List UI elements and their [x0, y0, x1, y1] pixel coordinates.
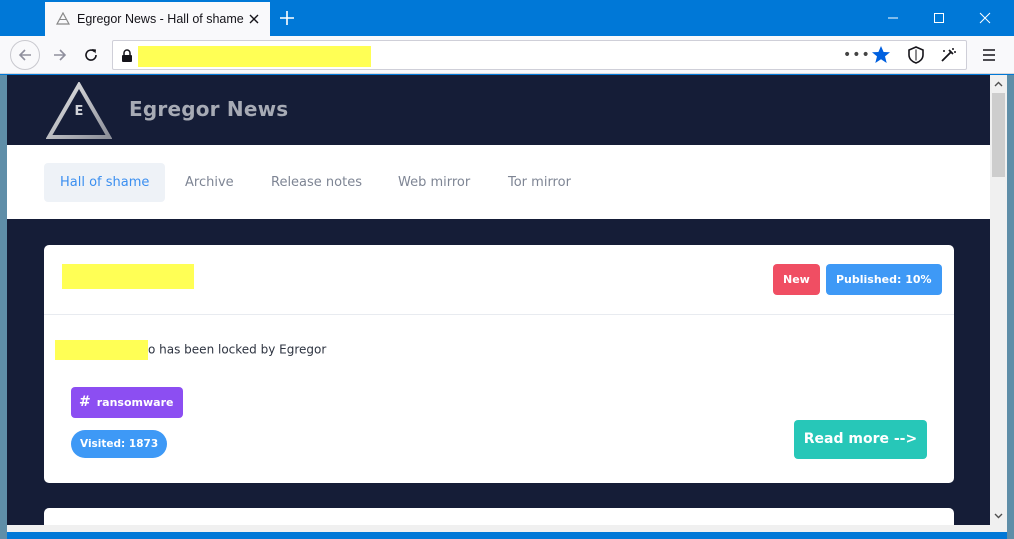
lock-icon	[122, 49, 132, 62]
scroll-down-icon[interactable]	[993, 510, 1004, 521]
url-bar[interactable]: •••	[112, 40, 967, 70]
site-favicon-icon	[56, 12, 70, 25]
close-window-button[interactable]	[962, 0, 1008, 36]
back-button[interactable]	[10, 40, 40, 70]
menu-icon[interactable]	[978, 44, 1000, 66]
forward-button[interactable]	[45, 40, 75, 70]
minimize-icon	[888, 17, 898, 19]
maximize-button[interactable]	[916, 0, 962, 36]
read-more-button[interactable]: Read more -->	[794, 420, 927, 459]
minimize-button[interactable]	[870, 0, 916, 36]
extensions-icon[interactable]	[937, 44, 959, 66]
scroll-thumb[interactable]	[992, 93, 1005, 177]
page-viewport: E Egregor News Hall of shame Archive Rel…	[7, 75, 990, 525]
hashtag-icon: #	[79, 394, 91, 410]
logo-letter: E	[75, 104, 84, 119]
scroll-up-icon[interactable]	[993, 79, 1004, 90]
post-title-redacted[interactable]	[62, 264, 194, 289]
post-card: New Published: 10% o has been locked by …	[44, 245, 954, 483]
egregor-logo-icon[interactable]: E	[46, 82, 112, 140]
next-post-card	[44, 508, 954, 525]
tag-ransomware[interactable]: # ransomware	[71, 387, 184, 418]
reload-button[interactable]	[76, 40, 106, 70]
page-scrollbar[interactable]	[990, 75, 1007, 525]
window-border-bottom	[7, 525, 1007, 532]
site-header: E Egregor News	[7, 75, 990, 145]
post-card-header: New Published: 10%	[44, 245, 954, 315]
nav-tor-mirror[interactable]: Tor mirror	[492, 163, 587, 202]
nav-web-mirror[interactable]: Web mirror	[382, 163, 486, 202]
new-badge: New	[773, 264, 820, 295]
site-brand-title[interactable]: Egregor News	[129, 97, 288, 121]
nav-hall-of-shame[interactable]: Hall of shame	[44, 163, 166, 202]
close-tab-icon[interactable]	[246, 11, 262, 27]
post-description-text: o has been locked by Egregor	[148, 342, 327, 357]
visited-count-badge: Visited: 1873	[71, 430, 168, 458]
window-border-left	[0, 75, 7, 539]
published-badge: Published: 10%	[826, 264, 942, 295]
browser-tab[interactable]: Egregor News - Hall of shame	[45, 2, 270, 36]
close-icon	[979, 12, 991, 24]
more-dots-icon[interactable]: •••	[843, 47, 871, 63]
nav-release-notes[interactable]: Release notes	[255, 163, 378, 202]
shield-icon[interactable]	[905, 44, 927, 66]
redacted-company-name	[55, 340, 148, 360]
url-text[interactable]	[138, 46, 371, 67]
back-arrow-icon	[18, 49, 31, 61]
window-titlebar: Egregor News - Hall of shame	[0, 0, 1014, 36]
window-border-right	[1007, 75, 1014, 539]
reload-icon	[85, 49, 97, 61]
post-description: o has been locked by Egregor	[55, 340, 326, 360]
bookmark-star-icon[interactable]	[871, 45, 891, 65]
nav-archive[interactable]: Archive	[169, 163, 250, 202]
site-nav: Hall of shame Archive Release notes Web …	[7, 145, 990, 219]
forward-arrow-icon	[54, 49, 67, 61]
browser-toolbar: •••	[0, 36, 1014, 74]
new-tab-icon[interactable]	[277, 8, 297, 28]
maximize-icon	[934, 13, 944, 23]
tab-title: Egregor News - Hall of shame	[77, 12, 244, 26]
tag-label: ransomware	[96, 396, 174, 409]
